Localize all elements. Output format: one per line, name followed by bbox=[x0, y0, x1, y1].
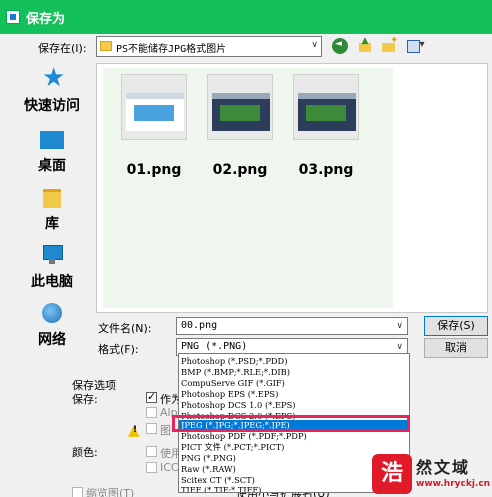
file-item[interactable]: 03.png bbox=[289, 74, 361, 184]
watermark-logo: 浩 bbox=[372, 454, 412, 494]
filename-input[interactable]: 00.png ∨ bbox=[176, 317, 408, 335]
place-label: 桌面 bbox=[38, 158, 66, 174]
format-option[interactable]: Photoshop DCS 1.0 (*.EPS) bbox=[179, 400, 409, 411]
color-label: 颜色: bbox=[72, 446, 98, 459]
save-in-label: 保存在(I): bbox=[38, 42, 87, 55]
annotation-label: 图 bbox=[160, 424, 171, 437]
format-label: 格式(F): bbox=[98, 343, 139, 356]
star-icon bbox=[40, 63, 65, 93]
places-bar: 快速访问 桌面 库 此电脑 网络 bbox=[8, 63, 96, 363]
desktop-icon bbox=[40, 131, 64, 149]
dialog-title: 保存为 bbox=[26, 12, 66, 27]
title-bar: 保存为 bbox=[0, 0, 492, 34]
as-copy-checkbox[interactable] bbox=[146, 390, 157, 403]
format-option[interactable]: Photoshop (*.PSD;*.PDD) bbox=[179, 356, 409, 367]
file-list-area: 01.png 02.png 03.png bbox=[103, 68, 393, 308]
folder-icon bbox=[100, 41, 112, 51]
thumbnail-label: 缩览图(T) bbox=[86, 487, 135, 497]
warning-icon bbox=[128, 421, 142, 439]
place-desktop[interactable]: 桌面 bbox=[8, 123, 96, 179]
file-thumbnail bbox=[207, 74, 273, 140]
place-library[interactable]: 库 bbox=[8, 181, 96, 237]
format-option[interactable]: CompuServe GIF (*.GIF) bbox=[179, 378, 409, 389]
library-icon bbox=[40, 185, 64, 209]
save-in-value: PS不能储存JPG格式图片 bbox=[116, 44, 227, 55]
new-folder-icon[interactable] bbox=[381, 35, 398, 54]
save-button[interactable]: 保存(S) bbox=[424, 316, 488, 336]
thumbnail-checkbox[interactable] bbox=[72, 487, 83, 497]
navigation-toolbar bbox=[332, 35, 431, 56]
back-icon[interactable] bbox=[332, 38, 348, 54]
filename-value: 00.png bbox=[181, 320, 218, 331]
icc-label: ICC bbox=[160, 461, 179, 474]
cancel-button[interactable]: 取消 bbox=[424, 338, 488, 358]
file-item[interactable]: 01.png bbox=[117, 74, 189, 184]
place-network[interactable]: 网络 bbox=[8, 297, 96, 353]
format-value: PNG (*.PNG) bbox=[181, 341, 248, 352]
chevron-down-icon[interactable]: ∨ bbox=[396, 318, 403, 334]
computer-icon bbox=[40, 243, 64, 267]
file-thumbnail bbox=[121, 74, 187, 140]
file-thumbnail bbox=[293, 74, 359, 140]
place-label: 库 bbox=[45, 216, 59, 232]
alpha-checkbox[interactable] bbox=[146, 407, 157, 418]
filename-label: 文件名(N): bbox=[98, 322, 152, 335]
annotation-checkbox[interactable] bbox=[146, 423, 157, 434]
file-list[interactable]: 01.png 02.png 03.png bbox=[96, 63, 488, 313]
view-menu-icon[interactable] bbox=[406, 38, 426, 54]
place-label: 此电脑 bbox=[31, 274, 73, 290]
file-item[interactable]: 02.png bbox=[203, 74, 275, 184]
file-name: 02.png bbox=[212, 162, 268, 178]
file-name: 01.png bbox=[126, 162, 182, 178]
icc-checkbox[interactable] bbox=[146, 462, 157, 473]
file-name: 03.png bbox=[298, 162, 354, 178]
watermark-text: 然文域 bbox=[416, 458, 471, 477]
place-quick-access[interactable]: 快速访问 bbox=[8, 63, 96, 119]
save-label: 保存: bbox=[72, 393, 98, 406]
place-this-pc[interactable]: 此电脑 bbox=[8, 239, 96, 295]
format-option[interactable]: BMP (*.BMP;*.RLE;*.DIB) bbox=[179, 367, 409, 378]
format-option[interactable]: Photoshop EPS (*.EPS) bbox=[179, 389, 409, 400]
site-watermark: 浩 然文域 www.hryckj.cn bbox=[368, 452, 492, 497]
photoshop-app-icon bbox=[6, 10, 20, 24]
network-icon bbox=[40, 301, 64, 325]
place-label: 网络 bbox=[38, 332, 66, 348]
use-proof-checkbox[interactable] bbox=[146, 446, 157, 457]
watermark-url: www.hryckj.cn bbox=[416, 479, 491, 489]
format-option[interactable]: Photoshop PDF (*.PDF;*.PDP) bbox=[179, 431, 409, 442]
up-folder-icon[interactable] bbox=[357, 36, 373, 54]
chevron-down-icon: ∨ bbox=[311, 40, 318, 50]
save-in-combobox[interactable]: PS不能储存JPG格式图片 ∨ bbox=[96, 36, 322, 57]
selection-highlight-box bbox=[172, 415, 410, 432]
place-label: 快速访问 bbox=[24, 98, 80, 114]
